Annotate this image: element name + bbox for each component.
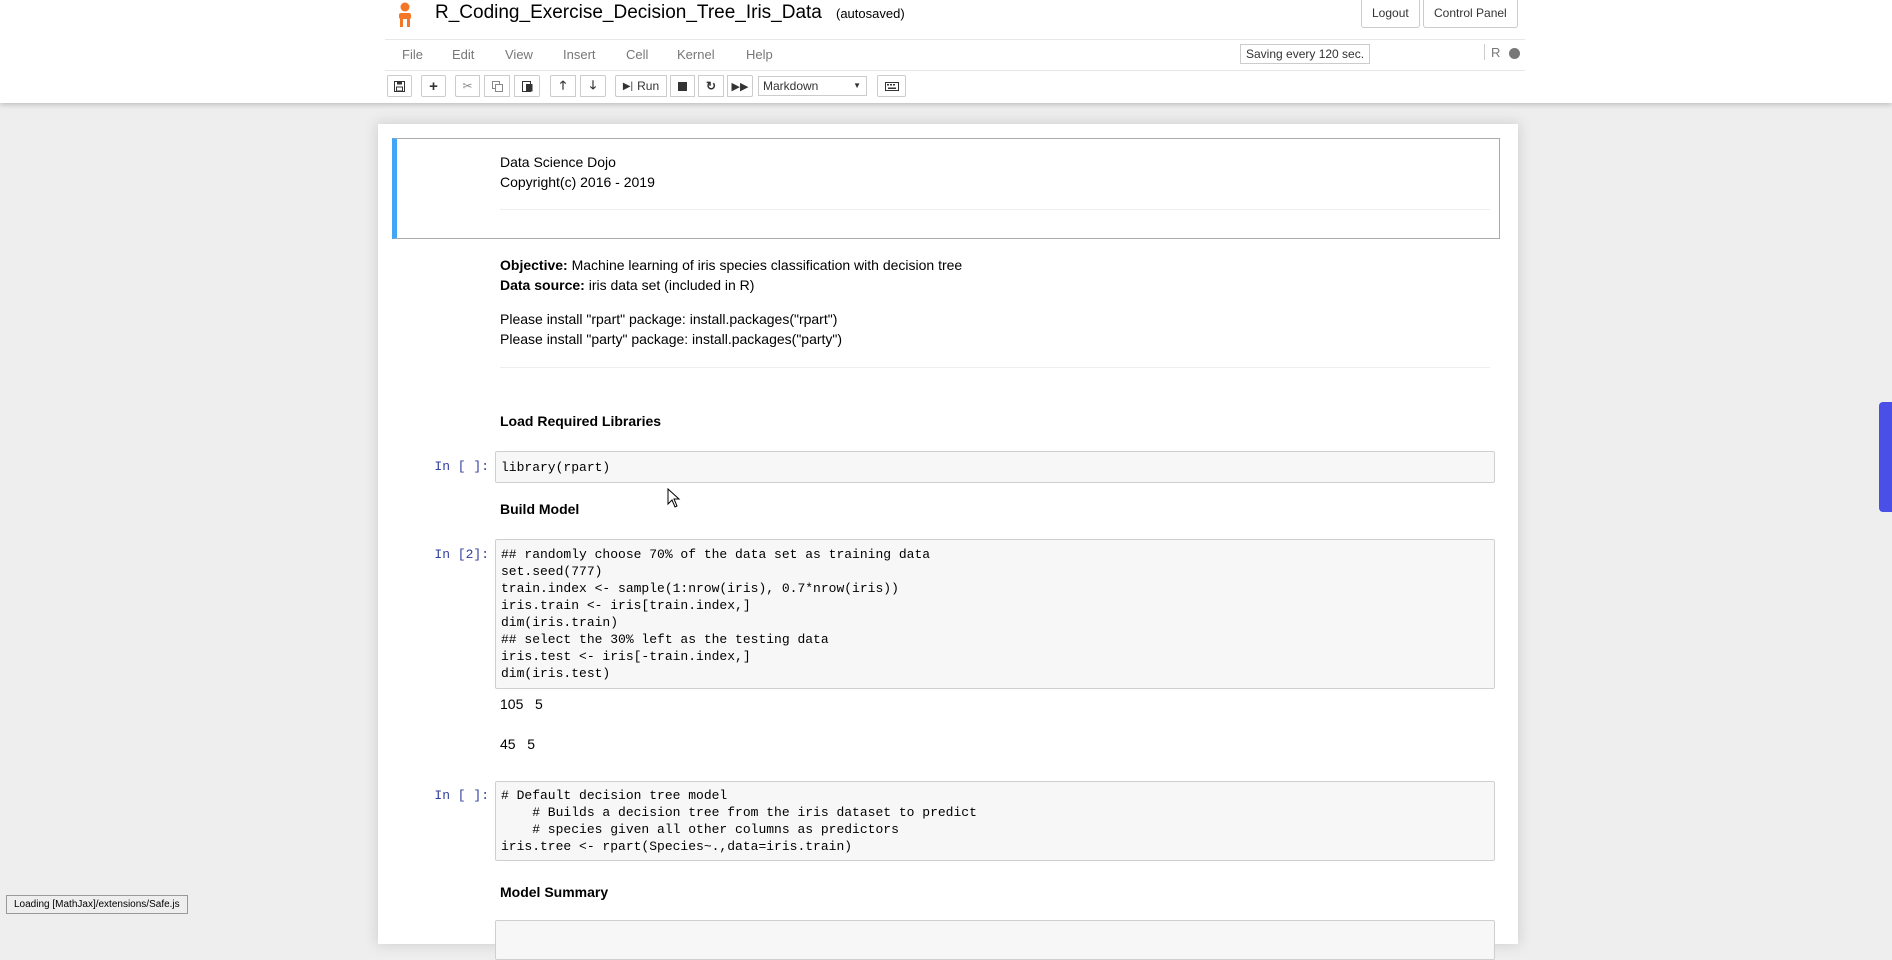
keyboard-icon: [884, 81, 899, 91]
cell-type-value: Markdown: [763, 79, 819, 93]
chevron-down-icon: ▼: [853, 81, 861, 90]
notebook-header: R_Coding_Exercise_Decision_Tree_Iris_Dat…: [0, 0, 1892, 103]
interrupt-kernel-button[interactable]: [670, 75, 695, 97]
code-line: # species given all other columns as pre…: [501, 822, 899, 837]
code-line: ## select the 30% left as the testing da…: [501, 632, 829, 647]
code-line: dim(iris.train): [501, 615, 619, 630]
restart-icon: ↻: [705, 79, 717, 93]
heading-build-model: Build Model: [500, 501, 580, 517]
cell-prompt: In [ ]:: [434, 459, 489, 474]
insert-cell-button[interactable]: +: [421, 75, 446, 97]
kernel-separator: [1484, 44, 1485, 60]
side-feedback-tab[interactable]: [1879, 402, 1892, 512]
output-train-dim: 105 5: [500, 696, 543, 712]
code-line: library(rpart): [501, 460, 611, 475]
save-icon: [394, 80, 405, 92]
menu-edit[interactable]: Edit: [452, 47, 474, 62]
objective-label: Objective:: [500, 257, 568, 273]
code-line: iris.train <- iris[train.index,]: [501, 598, 751, 613]
copy-icon: [491, 80, 503, 92]
jupyter-logo-icon[interactable]: [392, 2, 418, 28]
mouse-cursor-icon: [667, 488, 681, 508]
menu-file[interactable]: File: [402, 47, 423, 62]
menu-cell[interactable]: Cell: [626, 47, 648, 62]
code-cell-build-model[interactable]: ## randomly choose 70% of the data set a…: [495, 539, 1495, 689]
run-button[interactable]: ▶| Run: [615, 75, 667, 97]
copyright-text: Copyright(c) 2016 - 2019: [500, 174, 655, 190]
code-cell-default-tree[interactable]: # Default decision tree model # Builds a…: [495, 781, 1495, 861]
plus-icon: +: [429, 77, 438, 95]
code-cell-summary[interactable]: [495, 920, 1495, 960]
heading-model-summary: Model Summary: [500, 884, 609, 900]
autosave-status: (autosaved): [836, 6, 905, 21]
arrow-down-icon: 🡓: [589, 77, 597, 92]
data-source-line: Data source: iris data set (included in …: [500, 277, 754, 293]
menu-kernel[interactable]: Kernel: [677, 47, 715, 62]
menu-insert[interactable]: Insert: [563, 47, 596, 62]
logout-button[interactable]: Logout: [1361, 0, 1420, 28]
move-down-button[interactable]: 🡓: [580, 75, 606, 97]
cut-button[interactable]: ✂: [455, 75, 480, 97]
scissors-icon: ✂: [462, 79, 473, 93]
command-palette-button[interactable]: [877, 75, 906, 97]
notebook-title[interactable]: R_Coding_Exercise_Decision_Tree_Iris_Dat…: [435, 2, 822, 24]
run-label: Run: [637, 79, 660, 93]
code-line: # Default decision tree model: [501, 788, 728, 803]
save-button[interactable]: [387, 75, 412, 97]
step-forward-icon: ▶|: [622, 80, 634, 92]
install-rpart-text: Please install "rpart" package: install.…: [500, 311, 838, 327]
cell-type-select[interactable]: Markdown ▼: [758, 76, 867, 96]
heading-load-libraries: Load Required Libraries: [500, 413, 662, 429]
saving-indicator: Saving every 120 sec.: [1240, 44, 1371, 64]
menu-help[interactable]: Help: [746, 47, 773, 62]
code-line: ## randomly choose 70% of the data set a…: [501, 547, 931, 562]
menu-view[interactable]: View: [505, 47, 533, 62]
restart-kernel-button[interactable]: ↻: [698, 75, 724, 97]
copy-button[interactable]: [484, 75, 510, 97]
objective-line: Objective: Machine learning of iris spec…: [500, 257, 962, 273]
control-panel-button[interactable]: Control Panel: [1423, 0, 1518, 28]
data-source-label: Data source:: [500, 277, 585, 293]
divider: [500, 209, 1490, 210]
mathjax-loading-status: Loading [MathJax]/extensions/Safe.js: [6, 895, 188, 914]
paste-icon: [521, 81, 532, 92]
code-line: iris.tree <- rpart(Species~.,data=iris.t…: [501, 839, 853, 854]
install-party-text: Please install "party" package: install.…: [500, 331, 843, 347]
kernel-name: R: [1491, 45, 1501, 60]
org-name-text: Data Science Dojo: [500, 154, 616, 170]
cell-prompt: In [2]:: [434, 547, 489, 562]
divider: [500, 367, 1490, 368]
code-line: set.seed(777): [501, 564, 603, 579]
code-line: # Builds a decision tree from the iris d…: [501, 805, 977, 820]
code-line: iris.test <- iris[-train.index,]: [501, 649, 751, 664]
code-line: dim(iris.test): [501, 666, 611, 681]
paste-button[interactable]: [514, 75, 540, 97]
output-test-dim: 45 5: [500, 736, 536, 752]
fast-forward-icon: ▶▶: [731, 80, 749, 93]
stop-icon: [678, 81, 687, 91]
move-up-button[interactable]: 🡑: [550, 75, 576, 97]
kernel-idle-icon: [1509, 48, 1520, 59]
restart-run-all-button[interactable]: ▶▶: [727, 75, 753, 97]
arrow-up-icon: 🡑: [559, 77, 567, 92]
objective-text: Machine learning of iris species classif…: [567, 257, 963, 273]
code-line: train.index <- sample(1:nrow(iris), 0.7*…: [501, 581, 899, 596]
data-source-text: iris data set (included in R): [584, 277, 755, 293]
cell-prompt: In [ ]:: [434, 788, 489, 803]
code-cell-library[interactable]: library(rpart): [495, 451, 1495, 483]
notebook-container: Data Science Dojo Copyright(c) 2016 - 20…: [378, 124, 1518, 960]
